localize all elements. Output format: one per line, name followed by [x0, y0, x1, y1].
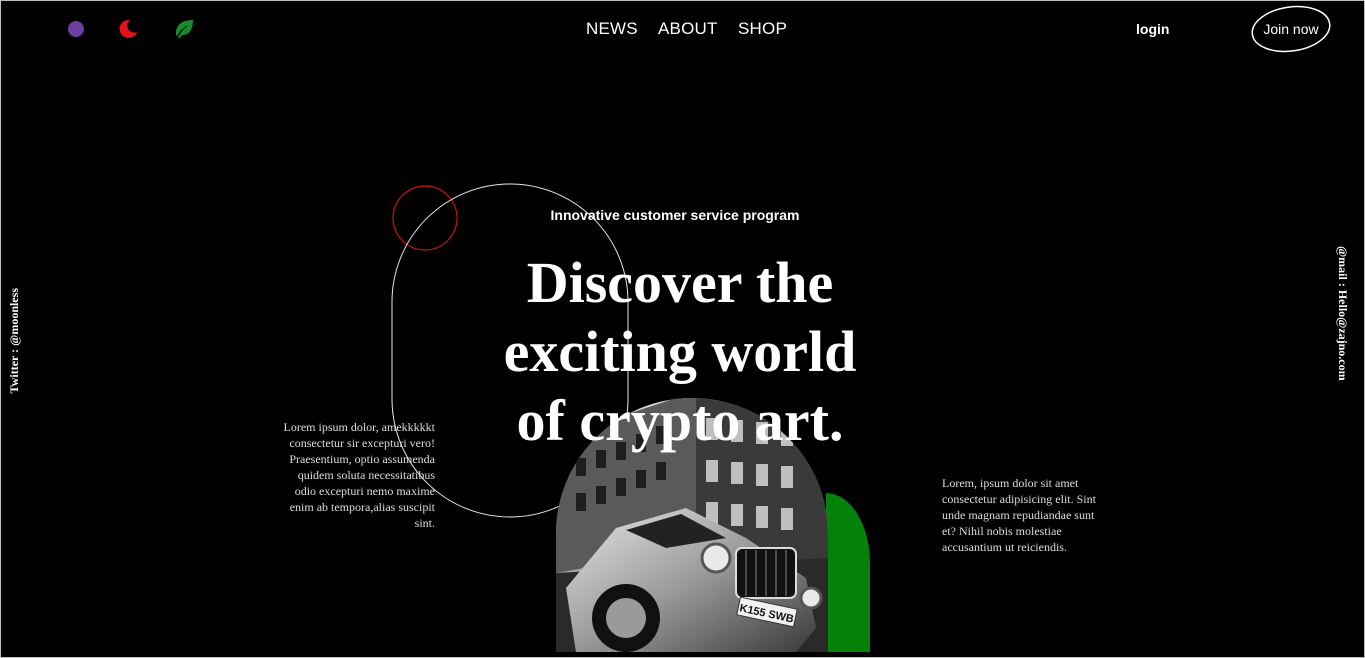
green-arch-shape — [826, 493, 870, 652]
headline-line-2: exciting world — [503, 319, 857, 384]
headline-line-3: of crypto art. — [516, 388, 844, 453]
red-outline-circle — [392, 185, 458, 251]
nav-about-link[interactable]: ABOUT — [658, 19, 718, 39]
nav-shop-link[interactable]: SHOP — [738, 19, 787, 39]
nav-news-link[interactable]: NEWS — [586, 19, 638, 39]
leaf-icon — [176, 20, 193, 38]
headline-line-1: Discover the — [526, 250, 834, 315]
join-now-label: Join now — [1263, 21, 1319, 37]
login-link[interactable]: login — [1136, 20, 1169, 38]
purple-theme-dot[interactable] — [66, 19, 86, 39]
hero-headline: Discover the exciting world of crypto ar… — [470, 248, 890, 455]
join-now-button[interactable]: Join now — [1250, 5, 1332, 53]
hero-right-paragraph: Lorem, ipsum dolor sit amet consectetur … — [942, 476, 1096, 554]
hero-kicker: Innovative customer service program — [550, 207, 800, 223]
green-theme-leaf[interactable] — [174, 19, 194, 39]
email-contact: @mail : Hello@zajno.com — [1336, 246, 1350, 381]
hero-left-paragraph: Lorem ipsum dolor, amekkkkkt consectetur… — [283, 420, 436, 530]
twitter-handle: Twitter : @moonless — [7, 288, 21, 394]
red-theme-moon[interactable] — [118, 19, 138, 39]
circle-icon — [68, 21, 84, 37]
crescent-moon-icon — [119, 19, 137, 38]
